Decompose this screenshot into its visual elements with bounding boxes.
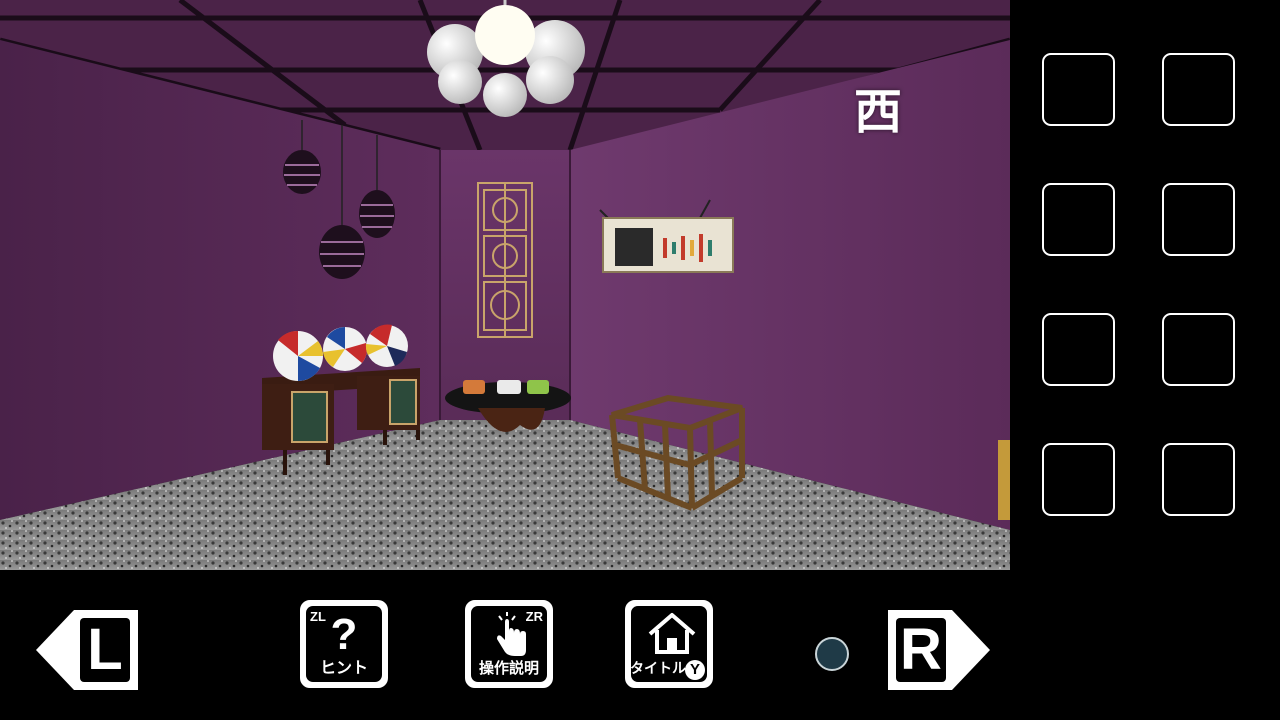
bottom-toolbar: L ZL ? ヒント ZR 操作説明 タイトルへ Y R [0,570,1280,720]
left-arrow-label: L [87,617,123,682]
return-to-title-button[interactable]: タイトルへ Y [625,600,713,688]
inventory-slot-8[interactable] [1162,443,1235,516]
controls-label: 操作説明 [478,659,539,677]
turn-right-button[interactable]: R [888,610,990,690]
turn-left-button[interactable]: L [36,610,138,690]
cabinet-edge[interactable] [998,440,1010,520]
home-icon [648,613,696,654]
question-icon: ? [330,610,358,659]
room-scene[interactable]: 西 [0,0,1010,570]
inventory-slot-5[interactable] [1042,313,1115,386]
inventory-slot-2[interactable] [1162,53,1235,126]
page-indicator-dot [815,637,849,671]
inventory-slot-4[interactable] [1162,183,1235,256]
right-arrow-label: R [900,617,942,682]
tap-hand-icon [497,612,526,656]
inventory-slot-6[interactable] [1162,313,1235,386]
y-button-badge: Y [685,660,705,680]
hint-button[interactable]: ZL ? ヒント [300,600,388,688]
inventory-slot-1[interactable] [1042,53,1115,126]
hint-label: ヒント [319,658,368,677]
inventory-slot-3[interactable] [1042,183,1115,256]
compass-direction: 西 [854,84,903,140]
inventory-panel [1010,0,1280,570]
controls-help-button[interactable]: ZR 操作説明 [465,600,553,688]
inventory-slot-7[interactable] [1042,443,1115,516]
